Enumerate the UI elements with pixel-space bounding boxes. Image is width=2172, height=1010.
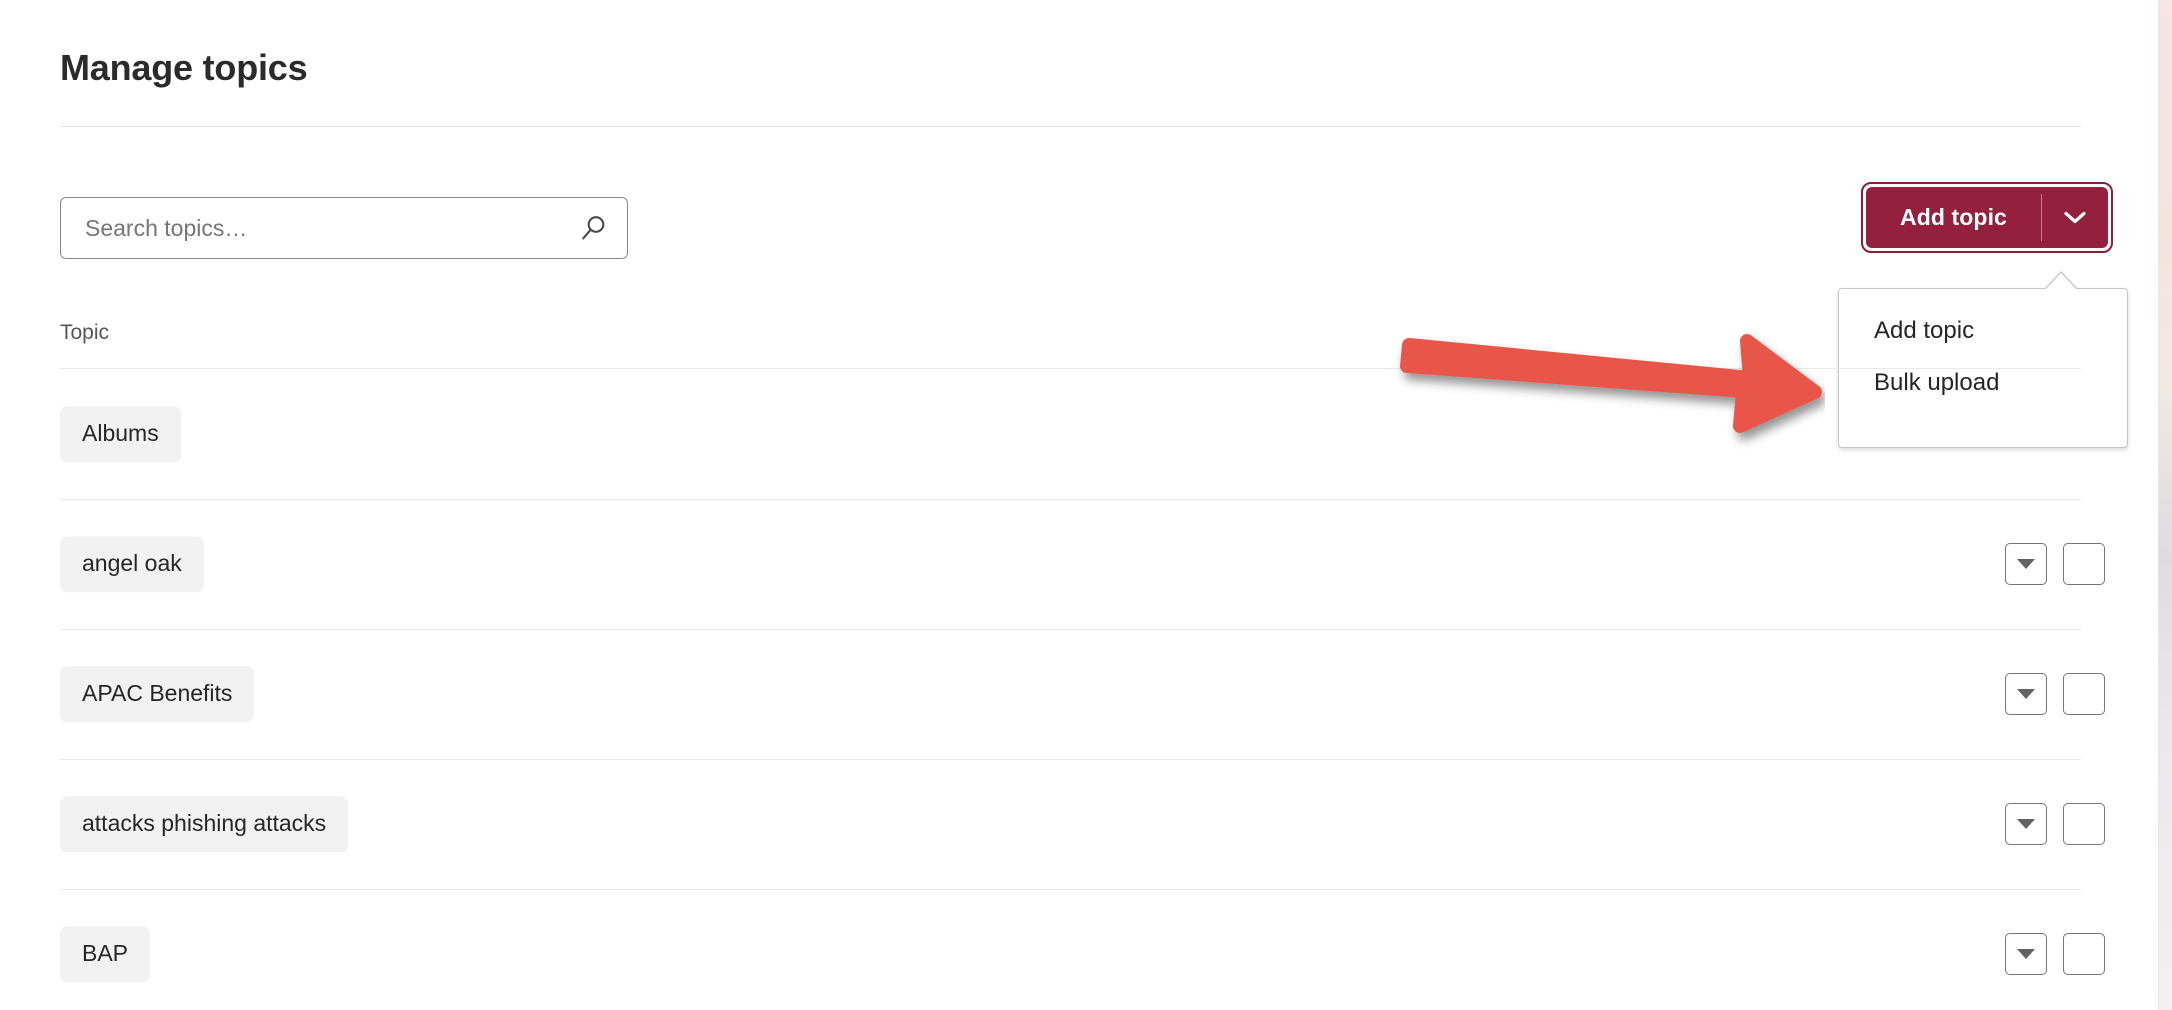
- dropdown-caret: [2044, 273, 2078, 291]
- row-menu-button[interactable]: [2005, 933, 2047, 975]
- topic-chip[interactable]: APAC Benefits: [60, 666, 255, 722]
- search-input[interactable]: [61, 198, 627, 258]
- row-menu-button[interactable]: [2005, 803, 2047, 845]
- row-divider: [60, 759, 2081, 760]
- table-row: Albums: [0, 369, 2172, 499]
- column-header-topic: Topic: [60, 321, 110, 344]
- triangle-down-icon: [2017, 559, 2035, 569]
- row-menu-button[interactable]: [2005, 673, 2047, 715]
- row-controls: [2005, 543, 2105, 585]
- row-menu-button[interactable]: [2005, 543, 2047, 585]
- row-controls: [2005, 673, 2105, 715]
- triangle-down-icon: [2017, 819, 2035, 829]
- table-row: BAP: [0, 889, 2172, 1010]
- manage-topics-page: Manage topics Add topic: [0, 0, 2172, 1010]
- row-select-checkbox[interactable]: [2063, 803, 2105, 845]
- row-controls: [2005, 803, 2105, 845]
- table-row: angel oak: [0, 499, 2172, 629]
- row-select-checkbox[interactable]: [2063, 933, 2105, 975]
- dropdown-item-add-topic[interactable]: Add topic: [1839, 305, 2127, 357]
- row-controls: [2005, 933, 2105, 975]
- table-row: APAC Benefits: [0, 629, 2172, 759]
- add-topic-dropdown-toggle[interactable]: [2042, 187, 2108, 248]
- row-select-checkbox[interactable]: [2063, 673, 2105, 715]
- table-row: attacks phishing attacks: [0, 759, 2172, 889]
- triangle-down-icon: [2017, 689, 2035, 699]
- search-field[interactable]: [60, 197, 628, 259]
- add-topic-split-button-inner: Add topic: [1866, 187, 2108, 248]
- row-divider: [60, 629, 2081, 630]
- viewport-right-edge: [2158, 0, 2172, 1010]
- add-topic-button[interactable]: Add topic: [1866, 187, 2041, 248]
- topics-table: Albums angel oak APAC Benefits attacks p…: [0, 369, 2172, 1010]
- triangle-down-icon: [2017, 949, 2035, 959]
- title-divider: [60, 126, 2081, 127]
- topic-chip[interactable]: Albums: [60, 406, 181, 462]
- topic-chip[interactable]: attacks phishing attacks: [60, 796, 349, 852]
- row-divider: [60, 889, 2081, 890]
- add-topic-split-button[interactable]: Add topic: [1861, 182, 2113, 253]
- topic-chip[interactable]: angel oak: [60, 536, 204, 592]
- row-select-checkbox[interactable]: [2063, 543, 2105, 585]
- row-divider: [60, 499, 2081, 500]
- page-title: Manage topics: [60, 47, 308, 88]
- topic-chip[interactable]: BAP: [60, 926, 151, 982]
- chevron-down-icon: [2064, 211, 2086, 224]
